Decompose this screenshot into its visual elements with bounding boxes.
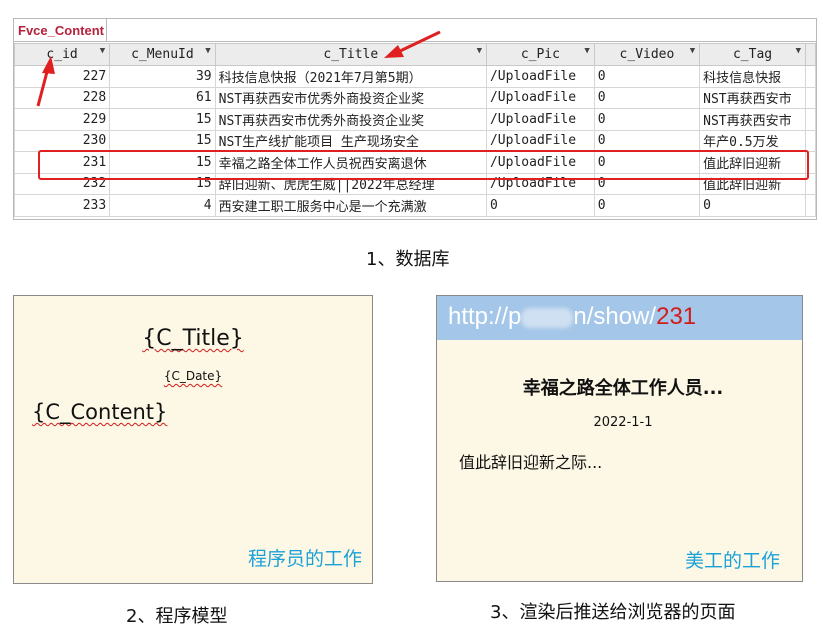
rendered-title: 幸福之路全体工作人员... xyxy=(522,378,724,399)
title-placeholder: {C_Title} xyxy=(142,326,244,351)
browser-url-bar[interactable]: http://p n/show/231 xyxy=(437,296,802,340)
annotation-arrows xyxy=(36,30,441,107)
redacted-domain xyxy=(521,307,574,328)
url-text: http://p n/show/231 xyxy=(448,303,697,330)
caption-rendered: 3、渲染后推送给浏览器的页面 xyxy=(490,602,736,623)
caption-template: 2、程序模型 xyxy=(126,606,228,627)
url-id: 231 xyxy=(656,303,697,330)
template-panel: {C_Title} {C_Date} {C_Content} 程序员的工作 xyxy=(13,295,373,584)
date-placeholder: {C_Date} xyxy=(163,369,223,383)
rendered-date: 2022-1-1 xyxy=(593,415,653,430)
designer-role-note: 美工的工作 xyxy=(684,550,780,572)
rendered-content: 值此辞旧迎新之际... xyxy=(459,453,603,472)
arrow-to-c-id xyxy=(36,56,55,107)
caption-database: 1、数据库 xyxy=(366,249,450,270)
rendered-page-panel: http://p n/show/231 幸福之路全体工作人员... 2022-1-… xyxy=(436,295,803,582)
programmer-role-note: 程序员的工作 xyxy=(247,548,362,570)
arrow-to-c-title xyxy=(384,30,441,58)
content-placeholder: {C_Content} xyxy=(32,400,168,424)
